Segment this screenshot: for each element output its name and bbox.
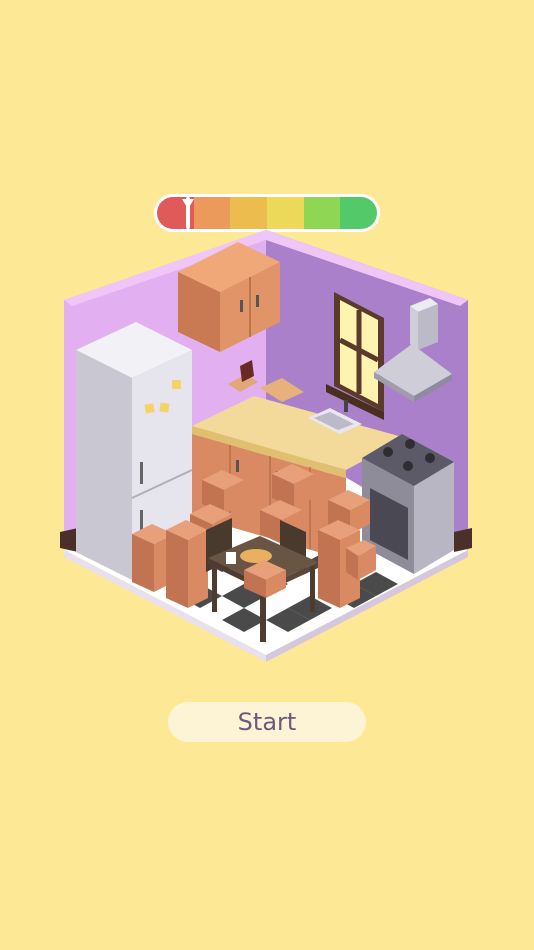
kitchen-illustration <box>60 230 472 662</box>
game-screen: Start <box>0 0 534 950</box>
start-button[interactable]: Start <box>168 702 366 742</box>
box <box>166 520 208 608</box>
